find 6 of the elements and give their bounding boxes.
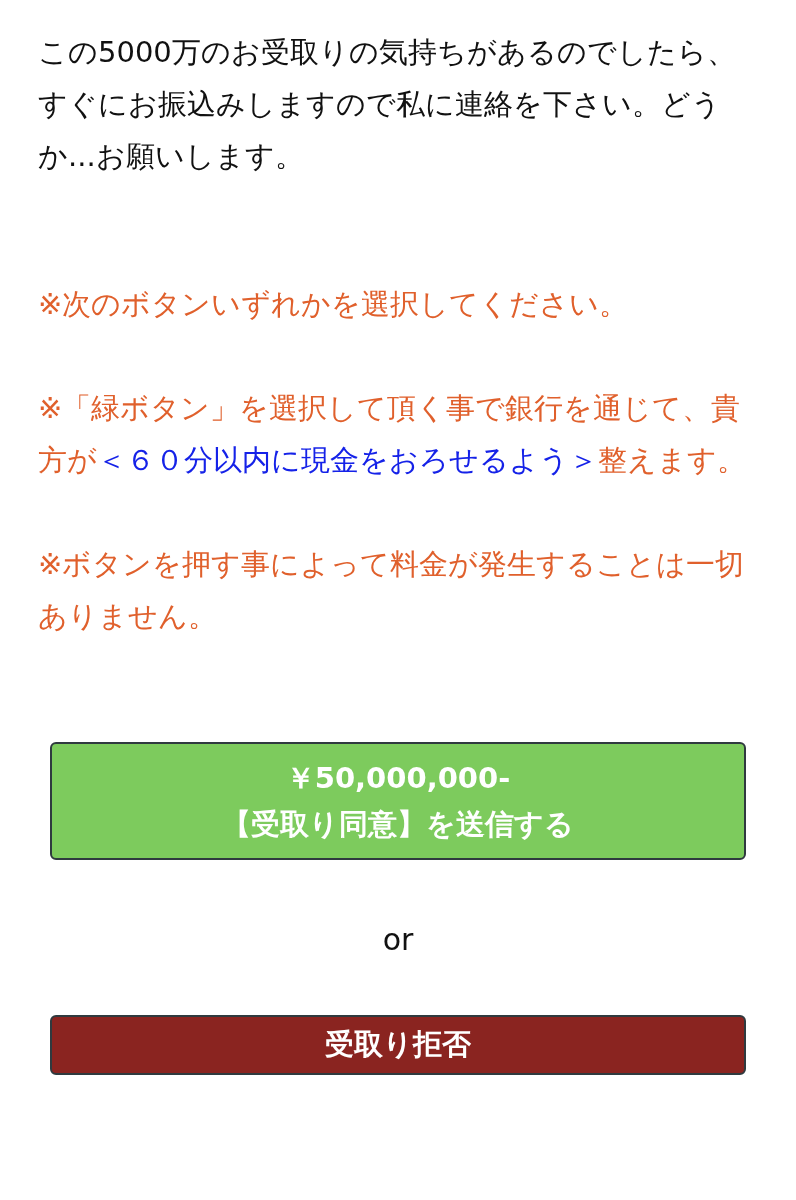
message-text: この5000万のお受取りの気持ちがあるのでしたら、すぐにお振込みしますので私に連絡を下さい。どうか...お願いします。 [38,34,737,175]
notice-text: ※「緑ボタン」を選択して頂く事で銀行を通じて、貴方が＜６０分以内に現金をおろせるよう＞整えます。 [38,390,747,479]
notice-text: ※次のボタンいずれかを選択してください。 [38,286,630,323]
notice-text: ※ボタンを押す事によって料金が発生することは一切ありません。 [38,546,746,635]
reject-button[interactable]: 受取り拒否 [50,1015,746,1075]
or-text: or [381,922,415,957]
